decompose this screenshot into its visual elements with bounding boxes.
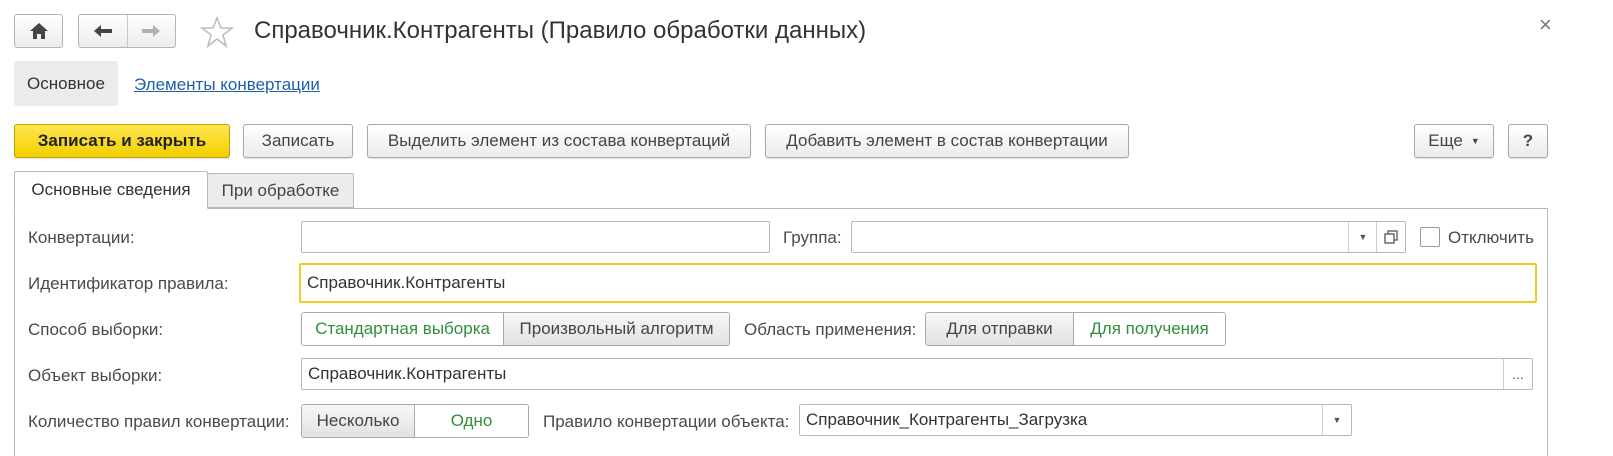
tab-panel-right-border xyxy=(1547,208,1548,456)
help-button[interactable]: ? xyxy=(1508,124,1548,158)
sampling-object-label: Объект выборки: xyxy=(28,366,163,385)
nav-tab-main[interactable]: Основное xyxy=(14,61,118,106)
sampling-custom-option[interactable]: Произвольный алгоритм xyxy=(503,313,729,345)
group-field[interactable]: ▼ xyxy=(851,221,1406,253)
rule-id-label: Идентификатор правила: xyxy=(28,274,229,293)
home-button[interactable] xyxy=(14,14,63,48)
rule-id-field[interactable]: Справочник.Контрагенты xyxy=(299,263,1537,303)
sampling-method-label: Способ выборки: xyxy=(28,320,164,339)
object-conversion-rule-label: Правило конвертации объекта: xyxy=(543,412,790,431)
object-conversion-rule-value: Справочник_Контрагенты_Загрузка xyxy=(806,410,1088,429)
sampling-object-field[interactable]: Справочник.Контрагенты ... xyxy=(301,358,1533,390)
open-window-icon xyxy=(1384,230,1398,244)
sampling-standard-option[interactable]: Стандартная выборка xyxy=(302,313,504,345)
sampling-object-value: Справочник.Контрагенты xyxy=(308,364,507,383)
save-and-close-button[interactable]: Записать и закрыть xyxy=(14,124,230,158)
disable-label: Отключить xyxy=(1448,228,1534,247)
scope-receive-option[interactable]: Для получения xyxy=(1073,313,1225,345)
star-icon[interactable] xyxy=(199,15,235,49)
add-element-button[interactable]: Добавить элемент в состав конвертации xyxy=(765,124,1129,158)
chevron-down-icon: ▼ xyxy=(1470,136,1480,146)
conversion-rules-count-label: Количество правил конвертации: xyxy=(28,412,290,431)
object-conversion-rule-dropdown-button[interactable]: ▼ xyxy=(1322,405,1351,435)
sampling-method-toggle: Стандартная выборка Произвольный алгорит… xyxy=(301,312,730,346)
tab-panel-border xyxy=(14,208,1548,209)
nav-history-group xyxy=(78,14,176,48)
count-one-option[interactable]: Одно xyxy=(414,405,528,437)
nav-link-conversion-elements[interactable]: Элементы конвертации xyxy=(134,75,320,95)
group-label: Группа: xyxy=(783,228,842,247)
group-dropdown-button[interactable]: ▼ xyxy=(1348,222,1377,252)
save-button[interactable]: Записать xyxy=(243,124,353,158)
chevron-down-icon: ▼ xyxy=(1358,232,1368,242)
forward-button[interactable] xyxy=(128,15,176,47)
arrow-right-icon xyxy=(142,25,161,37)
scope-send-option[interactable]: Для отправки xyxy=(926,313,1074,345)
tab-on-processing[interactable]: При обработке xyxy=(207,173,354,208)
scope-toggle: Для отправки Для получения xyxy=(925,312,1226,346)
group-open-button[interactable] xyxy=(1376,222,1405,252)
conversions-field[interactable] xyxy=(301,221,770,253)
back-button[interactable] xyxy=(79,15,128,47)
close-icon[interactable]: × xyxy=(1539,12,1552,38)
home-icon xyxy=(29,23,48,39)
chevron-down-icon: ▼ xyxy=(1332,415,1342,425)
conversion-rules-count-toggle: Несколько Одно xyxy=(301,404,529,438)
tab-main-info[interactable]: Основные сведения xyxy=(14,171,208,209)
disable-checkbox[interactable] xyxy=(1420,227,1440,247)
object-conversion-rule-field[interactable]: Справочник_Контрагенты_Загрузка ▼ xyxy=(799,404,1352,436)
scope-label: Область применения: xyxy=(744,320,917,339)
conversions-label: Конвертации: xyxy=(28,228,135,247)
more-button[interactable]: Еще ▼ xyxy=(1414,124,1494,158)
arrow-left-icon xyxy=(93,25,112,37)
more-label: Еще xyxy=(1428,131,1463,150)
page-title: Справочник.Контрагенты (Правило обработк… xyxy=(254,17,867,44)
tab-panel-left-border xyxy=(14,208,15,456)
extract-element-button[interactable]: Выделить элемент из состава конвертаций xyxy=(367,124,751,158)
sampling-object-select-button[interactable]: ... xyxy=(1503,359,1532,389)
count-several-option[interactable]: Несколько xyxy=(302,405,414,437)
